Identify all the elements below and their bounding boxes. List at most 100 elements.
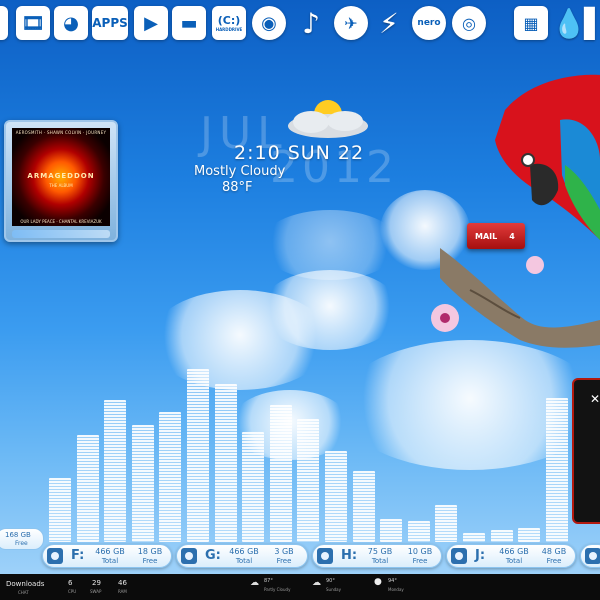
drive-f-icon xyxy=(47,548,63,564)
partial-drive-value: 168 GB xyxy=(5,531,31,539)
ram-value: 46 xyxy=(118,579,127,587)
drive-partial-widget[interactable]: 168 GB Free xyxy=(0,528,44,550)
equalizer-bar xyxy=(545,398,568,542)
cd-drive-icon[interactable]: ◎ xyxy=(452,6,486,40)
equalizer-bar xyxy=(187,369,209,542)
drive-j-free-label: Free xyxy=(546,557,562,565)
equalizer-bar xyxy=(49,478,71,542)
cpu-value: 6 xyxy=(68,579,73,587)
drive-j-total: 466 GB xyxy=(499,547,529,556)
weather-label-1: Partly Cloudy xyxy=(264,587,291,592)
album-cover: AEROSMITH · SHAWN COLVIN · JOURNEY ARMAG… xyxy=(12,128,110,226)
weather-sun-icon: ● xyxy=(374,577,382,587)
equalizer-bar xyxy=(104,400,127,542)
firefox-icon[interactable]: ◉ xyxy=(252,6,286,40)
drive-h-letter: H: xyxy=(341,548,358,563)
drive-g-letter: G: xyxy=(205,548,221,563)
panel-close-icon[interactable]: ✕ xyxy=(590,392,600,406)
phone-icon[interactable]: ▦ xyxy=(514,6,548,40)
drive-h-free: 10 GB xyxy=(407,547,433,556)
top-dock: 🎞 ◕ APPS ▶ ▬ (C:) HARDDRIVE ◉ ♪ ✈ ⚡ nero… xyxy=(0,0,600,48)
drive-f-free: 18 GB xyxy=(137,547,163,556)
drive-partial-right[interactable] xyxy=(580,544,600,568)
equalizer-bar xyxy=(352,471,375,542)
mail-label: MAIL xyxy=(475,231,498,241)
mail-count: 4 xyxy=(509,231,515,241)
weather-condition: Mostly Cloudy xyxy=(194,164,286,179)
album-progress-bar[interactable] xyxy=(12,230,110,238)
partial-right-icon[interactable]: ▌ xyxy=(584,6,600,40)
clock-time: 2:10 SUN 22 xyxy=(234,142,365,164)
drive-c-label: (C:) xyxy=(217,14,241,27)
drive-j-total-label: Total xyxy=(505,557,523,565)
downloads-link[interactable]: Downloads xyxy=(6,580,44,588)
folder-icon[interactable]: ▬ xyxy=(172,6,206,40)
drive-j-widget[interactable]: J: 466 GB Total 48 GB Free xyxy=(446,544,576,568)
bird-icon[interactable]: ✈ xyxy=(334,6,368,40)
swap-value: 29 xyxy=(92,579,101,587)
mail-notifier[interactable]: MAIL 4 xyxy=(467,223,525,249)
swap-label: SWAP xyxy=(90,589,102,594)
drive-g-free-label: Free xyxy=(276,557,292,565)
equalizer-bar xyxy=(131,425,154,542)
flower-center xyxy=(440,313,450,323)
bottom-taskbar: Downloads CHAT 6 CPU 29 SWAP 46 RAM ☁ 87… xyxy=(0,574,600,600)
weather-label-3: Monday xyxy=(388,587,404,592)
drive-c-sub: HARDDRIVE xyxy=(215,27,243,32)
nero-icon[interactable]: nero xyxy=(412,6,446,40)
drive-g-free: 3 GB xyxy=(274,547,294,556)
lightning-icon[interactable]: ⚡ xyxy=(372,6,406,40)
water-drop-icon[interactable]: 💧 xyxy=(552,6,587,40)
weather-label-2: Sunday xyxy=(326,587,341,592)
equalizer-bar xyxy=(463,533,485,542)
drive-c-button[interactable]: (C:) HARDDRIVE xyxy=(212,6,246,40)
equalizer-bar xyxy=(435,505,458,542)
album-subtitle: THE ALBUM xyxy=(49,183,73,188)
album-art-widget[interactable]: AEROSMITH · SHAWN COLVIN · JOURNEY ARMAG… xyxy=(4,120,118,242)
equalizer-bar xyxy=(325,451,347,542)
cpu-label: CPU xyxy=(68,589,77,594)
equalizer-bar xyxy=(269,405,292,542)
drive-f-widget[interactable]: F: 466 GB Total 18 GB Free xyxy=(42,544,172,568)
drive-h-icon xyxy=(317,548,333,564)
equalizer-bar xyxy=(242,432,265,542)
equalizer-bar xyxy=(490,530,513,542)
drive-g-icon xyxy=(181,548,197,564)
chat-icon[interactable]: ◕ xyxy=(54,6,88,40)
ram-label: RAM xyxy=(118,589,127,594)
drive-partial-right-icon xyxy=(585,548,600,564)
drive-h-total: 75 GB xyxy=(367,547,393,556)
album-title: ARMAGEDDON xyxy=(27,172,95,180)
drive-f-total: 466 GB xyxy=(95,547,125,556)
apps-button[interactable]: APPS xyxy=(92,6,128,40)
video-icon[interactable]: 🎞 xyxy=(16,6,50,40)
partial-drive-label: Free xyxy=(15,540,28,547)
weather-temp-2: 90° xyxy=(326,578,335,584)
drive-h-total-label: Total xyxy=(371,557,389,565)
drive-g-widget[interactable]: G: 466 GB Total 3 GB Free xyxy=(176,544,308,568)
drive-g-total-label: Total xyxy=(235,557,253,565)
weather-cloud-sun-icon xyxy=(288,100,368,138)
music-icon[interactable]: ♪ xyxy=(294,6,328,40)
drive-j-icon xyxy=(451,548,467,564)
equalizer-bar xyxy=(518,528,541,542)
weather-temp-3: 94° xyxy=(388,578,397,584)
partial-dock-icon[interactable] xyxy=(0,6,8,40)
drive-f-letter: F: xyxy=(71,548,85,563)
drive-j-letter: J: xyxy=(475,548,486,563)
drive-f-free-label: Free xyxy=(142,557,158,565)
media-player-icon[interactable]: ▶ xyxy=(134,6,168,40)
equalizer-bar xyxy=(380,519,403,542)
branch xyxy=(440,248,600,348)
parrot-eye xyxy=(521,153,535,167)
equalizer-bar xyxy=(159,412,182,542)
chat-label[interactable]: CHAT xyxy=(18,590,29,595)
drive-f-total-label: Total xyxy=(101,557,119,565)
album-top-text: AEROSMITH · SHAWN COLVIN · JOURNEY xyxy=(15,130,107,135)
drive-h-widget[interactable]: H: 75 GB Total 10 GB Free xyxy=(312,544,442,568)
weather-cloud-icon: ☁ xyxy=(312,578,321,588)
album-bottom-text: OUR LADY PEACE · CHANTAL KREVIAZUK xyxy=(20,219,102,224)
weather-temperature: 88°F xyxy=(222,180,253,195)
weather-cloud-icon: ☁ xyxy=(250,578,259,588)
drive-j-free: 48 GB xyxy=(541,547,567,556)
